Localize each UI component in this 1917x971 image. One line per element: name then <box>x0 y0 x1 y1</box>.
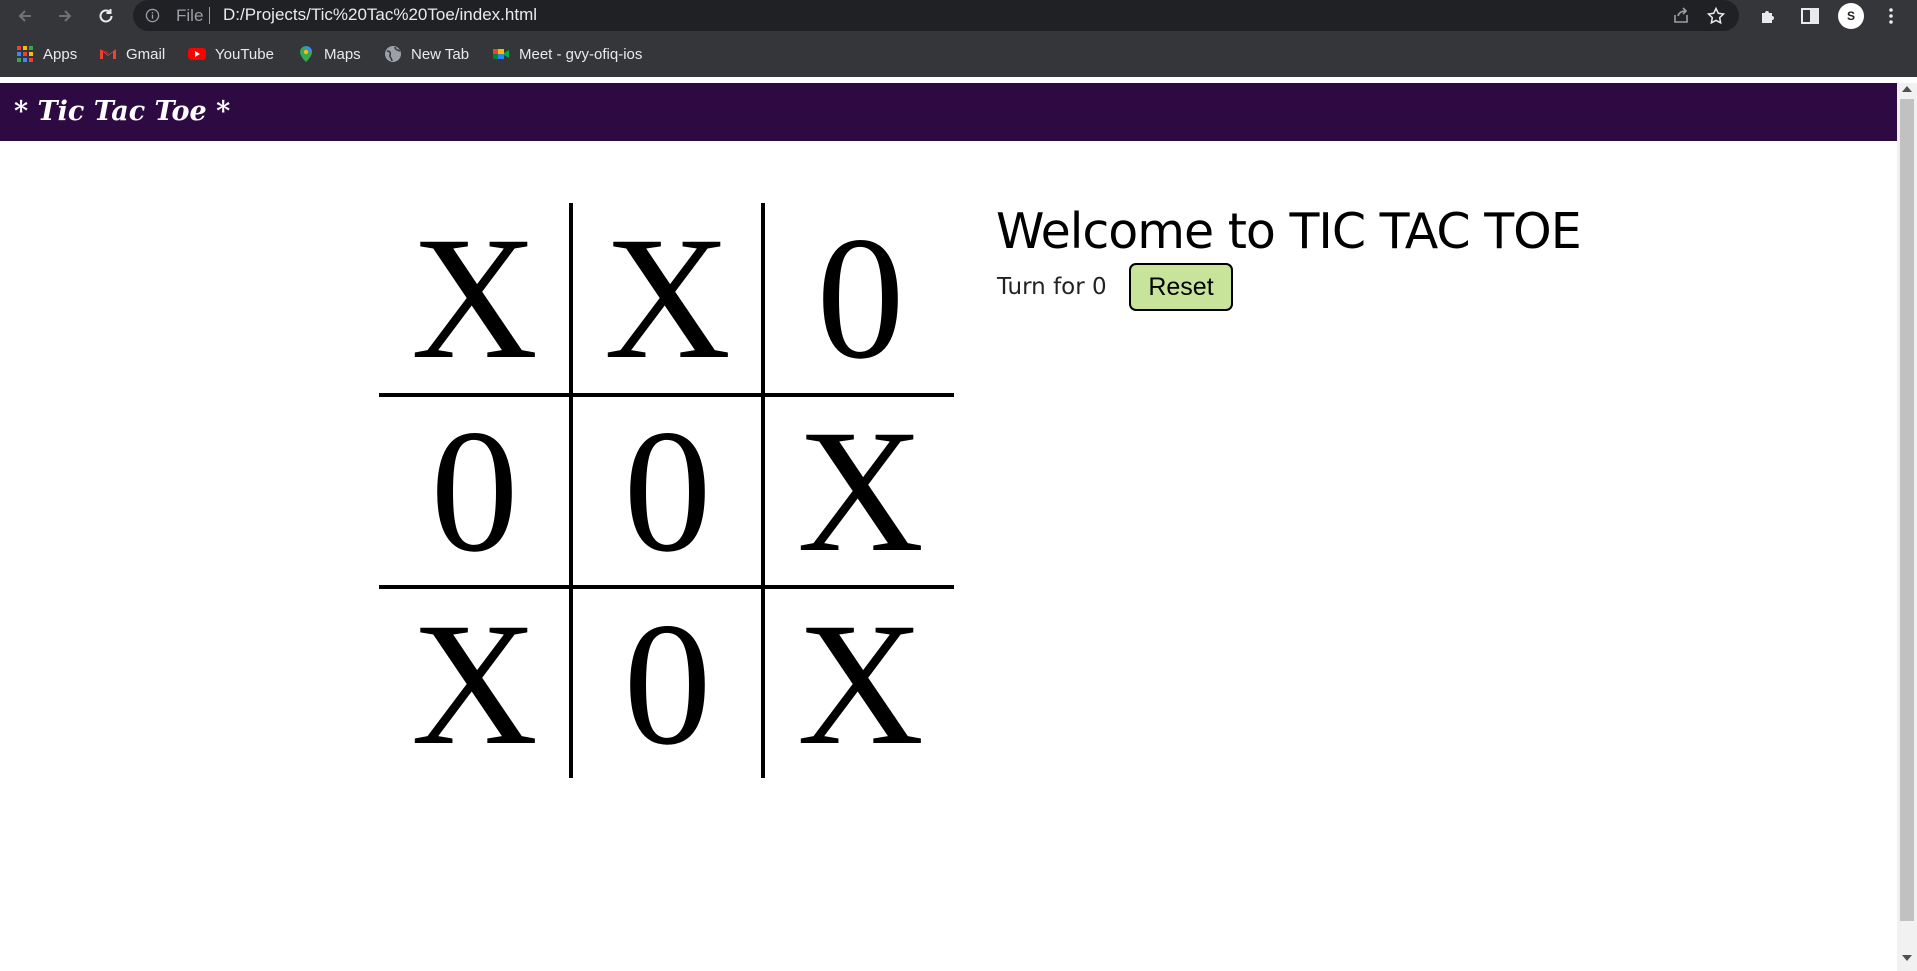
bookmark-youtube[interactable]: YouTube <box>188 44 274 64</box>
site-title: * Tic Tac Toe * <box>14 96 231 127</box>
grid-line-vertical <box>761 203 765 778</box>
bookmark-label: Gmail <box>126 45 166 63</box>
grid-line-vertical <box>569 203 573 778</box>
bookmark-label: Meet - gvy-ofiq-ios <box>519 45 643 63</box>
extensions-puzzle-icon[interactable] <box>1758 5 1780 27</box>
reload-button[interactable] <box>93 3 119 29</box>
back-arrow-icon <box>18 10 31 22</box>
bookmarks-bar: Apps Gmail YouTube Maps New Tab Meet - g… <box>0 32 1917 77</box>
url-text[interactable]: D:/Projects/Tic%20Tac%20Toe/index.html <box>223 5 537 25</box>
forward-button[interactable] <box>52 3 78 29</box>
bookmark-meet[interactable]: Meet - gvy-ofiq-ios <box>492 44 642 64</box>
youtube-icon <box>188 48 206 60</box>
bookmark-maps[interactable]: Maps <box>297 44 361 64</box>
page-scrollbar[interactable] <box>1897 83 1917 971</box>
bookmark-gmail[interactable]: Gmail <box>99 44 165 64</box>
back-button[interactable] <box>12 3 38 29</box>
scroll-up-arrow-icon[interactable] <box>1902 86 1912 92</box>
scheme-label: File <box>176 6 204 25</box>
apps-grid-icon <box>17 46 33 62</box>
turn-indicator: Turn for 0 <box>997 274 1107 300</box>
board-cell[interactable]: 0 <box>572 589 763 780</box>
globe-icon <box>385 46 401 62</box>
reset-button[interactable]: Reset <box>1129 263 1233 311</box>
bookmark-label: Maps <box>324 45 361 63</box>
profile-avatar[interactable]: S <box>1838 3 1864 29</box>
bookmark-new-tab[interactable]: New Tab <box>384 44 469 64</box>
scrollbar-thumb[interactable] <box>1900 99 1914 921</box>
browser-toolbar: File D:/Projects/Tic%20Tac%20Toe/index.h… <box>0 0 1917 32</box>
board-cell[interactable]: X <box>379 589 570 780</box>
address-bar[interactable]: File D:/Projects/Tic%20Tac%20Toe/index.h… <box>133 0 1739 31</box>
omnibox-divider <box>209 7 210 24</box>
forward-arrow-icon <box>59 10 72 22</box>
gmail-icon <box>100 49 116 59</box>
scroll-down-arrow-icon[interactable] <box>1902 955 1912 961</box>
reload-icon <box>99 9 113 23</box>
game-board: X X 0 0 0 X X 0 X <box>379 203 954 778</box>
board-cell[interactable]: X <box>765 589 956 780</box>
share-icon[interactable] <box>1671 6 1691 26</box>
maps-icon <box>300 46 312 62</box>
meet-icon <box>493 49 509 59</box>
bookmark-label: YouTube <box>215 45 274 63</box>
grid-line-horizontal <box>379 585 954 589</box>
bookmark-star-icon[interactable] <box>1706 6 1726 26</box>
site-info-icon[interactable] <box>145 8 160 23</box>
board-cell[interactable]: 0 <box>765 203 956 394</box>
board-cell[interactable]: 0 <box>379 396 570 587</box>
bookmark-apps[interactable]: Apps <box>16 44 77 64</box>
bookmark-label: New Tab <box>411 45 470 63</box>
board-cell[interactable]: 0 <box>572 396 763 587</box>
grid-line-horizontal <box>379 393 954 397</box>
board-cell[interactable]: X <box>572 203 763 394</box>
board-cell[interactable]: X <box>379 203 570 394</box>
site-navbar: * Tic Tac Toe * <box>0 83 1897 141</box>
board-cell[interactable]: X <box>765 396 956 587</box>
side-panel-icon[interactable] <box>1799 5 1821 27</box>
welcome-heading: Welcome to TIC TAC TOE <box>996 203 1582 260</box>
more-menu-icon[interactable] <box>1880 5 1902 27</box>
bookmark-label: Apps <box>43 45 78 63</box>
